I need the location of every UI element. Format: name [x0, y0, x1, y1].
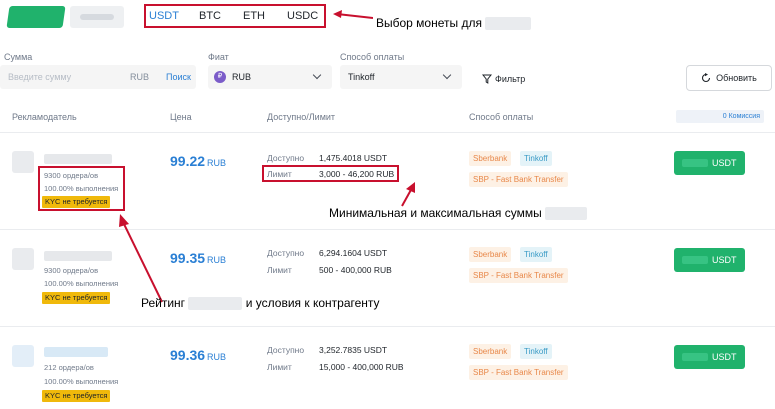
advertiser-name[interactable]: [44, 347, 108, 357]
buy-usdt-button[interactable]: USDT: [674, 345, 745, 369]
payment-method-select[interactable]: Tinkoff: [340, 65, 462, 89]
p2p-tab-inactive[interactable]: [70, 6, 124, 28]
available-label: Доступно: [267, 345, 305, 355]
refresh-button[interactable]: Обновить: [686, 65, 772, 91]
limit-label: Лимит: [267, 265, 292, 275]
payment-tag-tinkoff: Tinkoff: [520, 151, 552, 166]
payment-tag-tinkoff: Tinkoff: [520, 344, 552, 359]
payment-tag-sbp: SBP - Fast Bank Transfer: [469, 365, 568, 380]
available-label: Доступно: [267, 248, 305, 258]
annotation-arrow-icon: [119, 214, 163, 303]
funnel-icon: [482, 74, 492, 84]
column-header-payment: Способ оплаты: [469, 112, 534, 122]
avatar: [12, 151, 34, 173]
top-bar: USDT BTC ETH USDC Выбор монеты для: [0, 0, 775, 38]
buy-usdt-button[interactable]: USDT: [674, 248, 745, 272]
annotation-box-limit: [262, 165, 399, 182]
advertiser-name[interactable]: [44, 251, 112, 261]
fiat-select[interactable]: ₽ RUB: [208, 65, 332, 89]
payment-tag-sbp: SBP - Fast Bank Transfer: [469, 268, 568, 283]
search-button[interactable]: Поиск: [166, 72, 191, 82]
completion-rate: 100.00% выполнения: [44, 377, 119, 386]
buy-usdt-button[interactable]: USDT: [674, 151, 745, 175]
orders-count: 9300 ордера/ов: [44, 266, 99, 275]
price-value: 99.35: [170, 250, 206, 266]
chevron-down-icon: [312, 70, 322, 80]
amount-placeholder: Введите сумму: [8, 72, 72, 82]
refresh-label: Обновить: [716, 73, 757, 83]
annotation-arrow-icon: [333, 10, 373, 19]
fiat-value: RUB: [232, 72, 252, 82]
amount-unit: RUB: [130, 72, 150, 82]
kyc-badge: KYC не требуется: [42, 390, 111, 402]
chevron-down-icon: [442, 70, 452, 80]
amount-input[interactable]: Введите сумму RUB Поиск: [0, 65, 196, 89]
coin-tab-eth[interactable]: ETH: [243, 10, 265, 22]
payment-tag-sbp: SBP - Fast Bank Transfer: [469, 172, 568, 187]
table-row: 212 ордера/ов 100.00% выполнения KYC не …: [0, 327, 775, 409]
annotation-arrow-icon: [401, 182, 415, 207]
annotation-min-max: Минимальная и максимальная суммы: [329, 206, 588, 221]
limit-value: 15,000 - 400,000 RUB: [319, 362, 404, 372]
available-label: Доступно: [267, 153, 305, 163]
avatar: [12, 345, 34, 367]
available-value: 3,252.7835 USDT: [319, 345, 388, 355]
p2p-tab-active[interactable]: [6, 6, 66, 28]
payment-method-label: Способ оплаты: [340, 52, 405, 62]
completion-rate: 100.00% выполнения: [44, 279, 119, 288]
available-value: 6,294.1604 USDT: [319, 248, 388, 258]
price-currency: RUB: [207, 255, 227, 265]
payment-tag-tinkoff: Tinkoff: [520, 247, 552, 262]
column-header-available: Доступно/Лимит: [267, 112, 336, 122]
coin-tab-usdc[interactable]: USDC: [287, 10, 318, 22]
column-header-price: Цена: [170, 112, 192, 122]
price-currency: RUB: [207, 352, 227, 362]
orders-count: 212 ордера/ов: [44, 363, 94, 372]
refresh-icon: [702, 73, 711, 83]
payment-method-value: Tinkoff: [348, 72, 375, 82]
annotation-coin-choice: Выбор монеты для: [376, 16, 532, 31]
price-value: 99.36: [170, 347, 206, 363]
payment-tag-sberbank: Sberbank: [469, 344, 512, 359]
ruble-icon: ₽: [214, 71, 226, 83]
column-header-advertiser: Рекламодатель: [12, 112, 77, 122]
fee-badge: 0 Комиссия: [676, 110, 764, 123]
kyc-badge: KYC не требуется: [42, 292, 111, 304]
amount-label: Сумма: [4, 52, 33, 62]
price-currency: RUB: [207, 158, 227, 168]
annotation-box-rating: [38, 166, 125, 211]
price-value: 99.22: [170, 153, 206, 169]
fiat-label: Фиат: [208, 52, 229, 62]
coin-selector: USDT BTC ETH USDC: [144, 4, 326, 28]
price: 99.35 RUB: [170, 250, 226, 266]
available-value: 1,475.4018 USDT: [319, 153, 388, 163]
filter-label: Фильтр: [495, 74, 526, 84]
coin-tab-btc[interactable]: BTC: [199, 10, 221, 22]
payment-tag-sberbank: Sberbank: [469, 247, 512, 262]
coin-tab-usdt[interactable]: USDT: [149, 10, 179, 22]
price: 99.36 RUB: [170, 347, 226, 363]
price: 99.22 RUB: [170, 153, 226, 169]
advertiser-name[interactable]: [44, 154, 112, 164]
filter-button[interactable]: Фильтр: [482, 74, 525, 84]
payment-tag-sberbank: Sberbank: [469, 151, 512, 166]
limit-value: 500 - 400,000 RUB: [319, 265, 392, 275]
avatar: [12, 248, 34, 270]
limit-label: Лимит: [267, 362, 292, 372]
annotation-rating: Рейтинг и условия к контрагенту: [141, 296, 380, 311]
